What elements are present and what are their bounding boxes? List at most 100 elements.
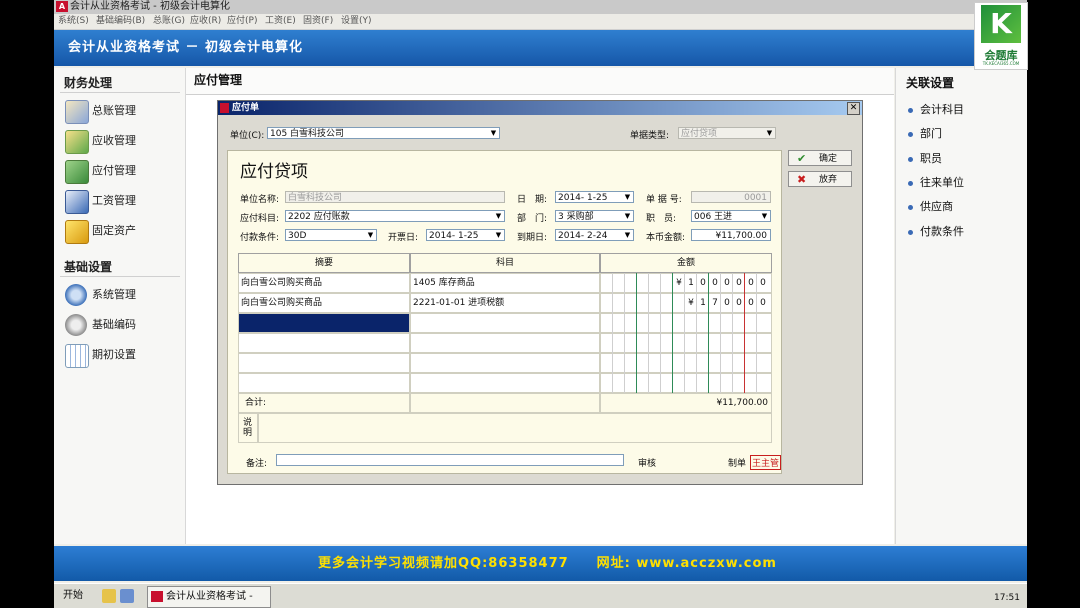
department-value: 3 采购部 <box>558 212 594 222</box>
cancel-label: 放弃 <box>819 175 838 185</box>
table-row-1-account[interactable]: 1405 库存商品 <box>410 273 600 293</box>
nav-item-receivable[interactable]: 应收管理 <box>62 128 182 154</box>
divider <box>60 276 180 277</box>
system-tray: 17:51 <box>934 586 1027 606</box>
menu-payable[interactable]: 应付(P) <box>227 14 257 29</box>
table-row-4-account[interactable] <box>410 333 600 353</box>
related-label: 付款条件 <box>920 225 964 238</box>
chevron-down-icon: ▼ <box>766 129 773 137</box>
unit-name-field[interactable]: 白雪科技公司 <box>285 191 505 203</box>
note-input[interactable] <box>258 413 772 443</box>
nav-item-opening[interactable]: 期初设置 <box>62 342 182 368</box>
unit-select[interactable]: 105 白雪科技公司 ▼ <box>267 127 500 139</box>
total-spacer <box>410 393 600 413</box>
taskbar-app-label: 会计从业资格考试 - 初... <box>166 591 253 602</box>
start-button[interactable]: 开始 <box>54 586 92 606</box>
nav-item-fixed-assets[interactable]: 固定资产 <box>62 218 182 244</box>
voucher-title: 应付贷项 <box>240 162 308 182</box>
department-label: 部 门: <box>517 214 548 224</box>
terms-select[interactable]: 30D ▼ <box>285 229 377 241</box>
table-row-4-amount[interactable] <box>600 333 772 353</box>
nav-label: 期初设置 <box>92 348 136 361</box>
table-row-6-amount[interactable] <box>600 373 772 393</box>
menu-settings[interactable]: 设置(Y) <box>341 14 372 29</box>
cross-icon: ✖ <box>797 173 807 186</box>
digit-separator <box>708 273 709 413</box>
remark-input[interactable] <box>276 454 624 466</box>
related-item-staff[interactable]: 职员 <box>908 150 942 166</box>
amount-value: ¥11,700.00 <box>715 231 767 241</box>
divider <box>60 92 180 93</box>
payable-icon <box>65 160 89 184</box>
digit-separator <box>612 273 613 413</box>
nav-item-basic-code[interactable]: 基础编码 <box>62 312 182 338</box>
table-row-5-account[interactable] <box>410 353 600 373</box>
digit-separator <box>636 273 637 413</box>
nav-item-payable[interactable]: 应付管理 <box>62 158 182 184</box>
account-select[interactable]: 2202 应付账款 ▼ <box>285 210 505 222</box>
related-item-accounts[interactable]: 会计科目 <box>908 101 964 117</box>
menu-payroll[interactable]: 工资(E) <box>265 14 296 29</box>
checkmark-icon: ✔ <box>797 152 807 165</box>
related-item-departments[interactable]: 部门 <box>908 125 942 141</box>
table-row-2-amount[interactable]: ¥ 1 7 0 0 0 0 <box>600 293 772 313</box>
table-row-6-summary[interactable] <box>238 373 410 393</box>
department-select[interactable]: 3 采购部 ▼ <box>555 210 634 222</box>
invoice-date-field[interactable]: 2014- 1-25 ▼ <box>426 229 505 241</box>
window-titlebar: A 会计从业资格考试 - 初级会计电算化 <box>54 0 1027 15</box>
table-row-1-summary[interactable]: 向白雪公司购买商品 <box>238 273 410 293</box>
related-item-payment-terms[interactable]: 付款条件 <box>908 223 964 239</box>
audit-label: 审核 <box>638 459 657 469</box>
table-row-3-amount[interactable] <box>600 313 772 333</box>
digit-separator <box>648 273 649 413</box>
folder-icon[interactable] <box>102 589 116 603</box>
nav-item-ledger[interactable]: 总账管理 <box>62 98 182 124</box>
digit-separator <box>660 273 661 413</box>
doc-type-select[interactable]: 应付贷项 ▼ <box>678 127 776 139</box>
doc-no-value: 0001 <box>744 193 767 203</box>
nav-item-payroll[interactable]: 工资管理 <box>62 188 182 214</box>
right-panel: 关联设置 会计科目 部门 职员 往来单位 供应商 付款条件 <box>895 68 1027 544</box>
cancel-button[interactable]: ✖ 放弃 <box>788 171 852 187</box>
close-icon[interactable]: ✕ <box>847 102 860 115</box>
table-row-2-summary[interactable]: 向白雪公司购买商品 <box>238 293 410 313</box>
window-title: 会计从业资格考试 - 初级会计电算化 <box>70 1 230 12</box>
account-label: 应付科目: <box>240 214 280 224</box>
chevron-down-icon: ▼ <box>495 231 502 239</box>
staff-value: 006 王进 <box>694 212 733 222</box>
terms-label: 付款条件: <box>240 233 280 243</box>
related-item-suppliers[interactable]: 供应商 <box>908 198 953 214</box>
menu-basic-code[interactable]: 基础编码(B) <box>96 14 145 29</box>
table-row-1-amount[interactable]: ¥ 1 0 0 0 0 0 0 <box>600 273 772 293</box>
menu-system[interactable]: 系统(S) <box>58 14 89 29</box>
taskbar-app-button[interactable]: 会计从业资格考试 - 初... <box>147 586 271 608</box>
table-row-3-account[interactable] <box>410 313 600 333</box>
chevron-down-icon: ▼ <box>761 212 768 220</box>
due-date-value: 2014- 2-24 <box>558 231 608 241</box>
top-banner: 会计从业资格考试 － 初级会计电算化 <box>54 30 1027 66</box>
due-date-field[interactable]: 2014- 2-24 ▼ <box>555 229 634 241</box>
table-row-6-account[interactable] <box>410 373 600 393</box>
related-item-partners[interactable]: 往来单位 <box>908 174 964 190</box>
menu-general-ledger[interactable]: 总账(G) <box>153 14 185 29</box>
table-row-3-summary-selected[interactable] <box>238 313 410 333</box>
ok-button[interactable]: ✔ 确定 <box>788 150 852 166</box>
table-row-5-amount[interactable] <box>600 353 772 373</box>
nav-item-system[interactable]: 系统管理 <box>62 282 182 308</box>
date-field[interactable]: 2014- 1-25 ▼ <box>555 191 634 203</box>
amount-field[interactable]: ¥11,700.00 <box>691 229 771 241</box>
table-row-2-account[interactable]: 2221-01-01 进项税额 <box>410 293 600 313</box>
chevron-down-icon: ▼ <box>367 231 374 239</box>
table-row-4-summary[interactable] <box>238 333 410 353</box>
date-label: 日 期: <box>517 195 548 205</box>
menu-receivable[interactable]: 应收(R) <box>190 14 221 29</box>
menu-fixed-assets[interactable]: 固资(F) <box>303 14 333 29</box>
bottom-banner-text: 更多会计学习视频请加QQ:86358477 网址: www.acczxw.com <box>318 556 777 571</box>
nav-label: 固定资产 <box>92 224 136 237</box>
desktop-icon[interactable] <box>120 589 134 603</box>
related-label: 供应商 <box>920 200 953 213</box>
doc-no-field[interactable]: 0001 <box>691 191 771 203</box>
start-label: 开始 <box>63 590 83 601</box>
table-row-5-summary[interactable] <box>238 353 410 373</box>
staff-select[interactable]: 006 王进 ▼ <box>691 210 771 222</box>
